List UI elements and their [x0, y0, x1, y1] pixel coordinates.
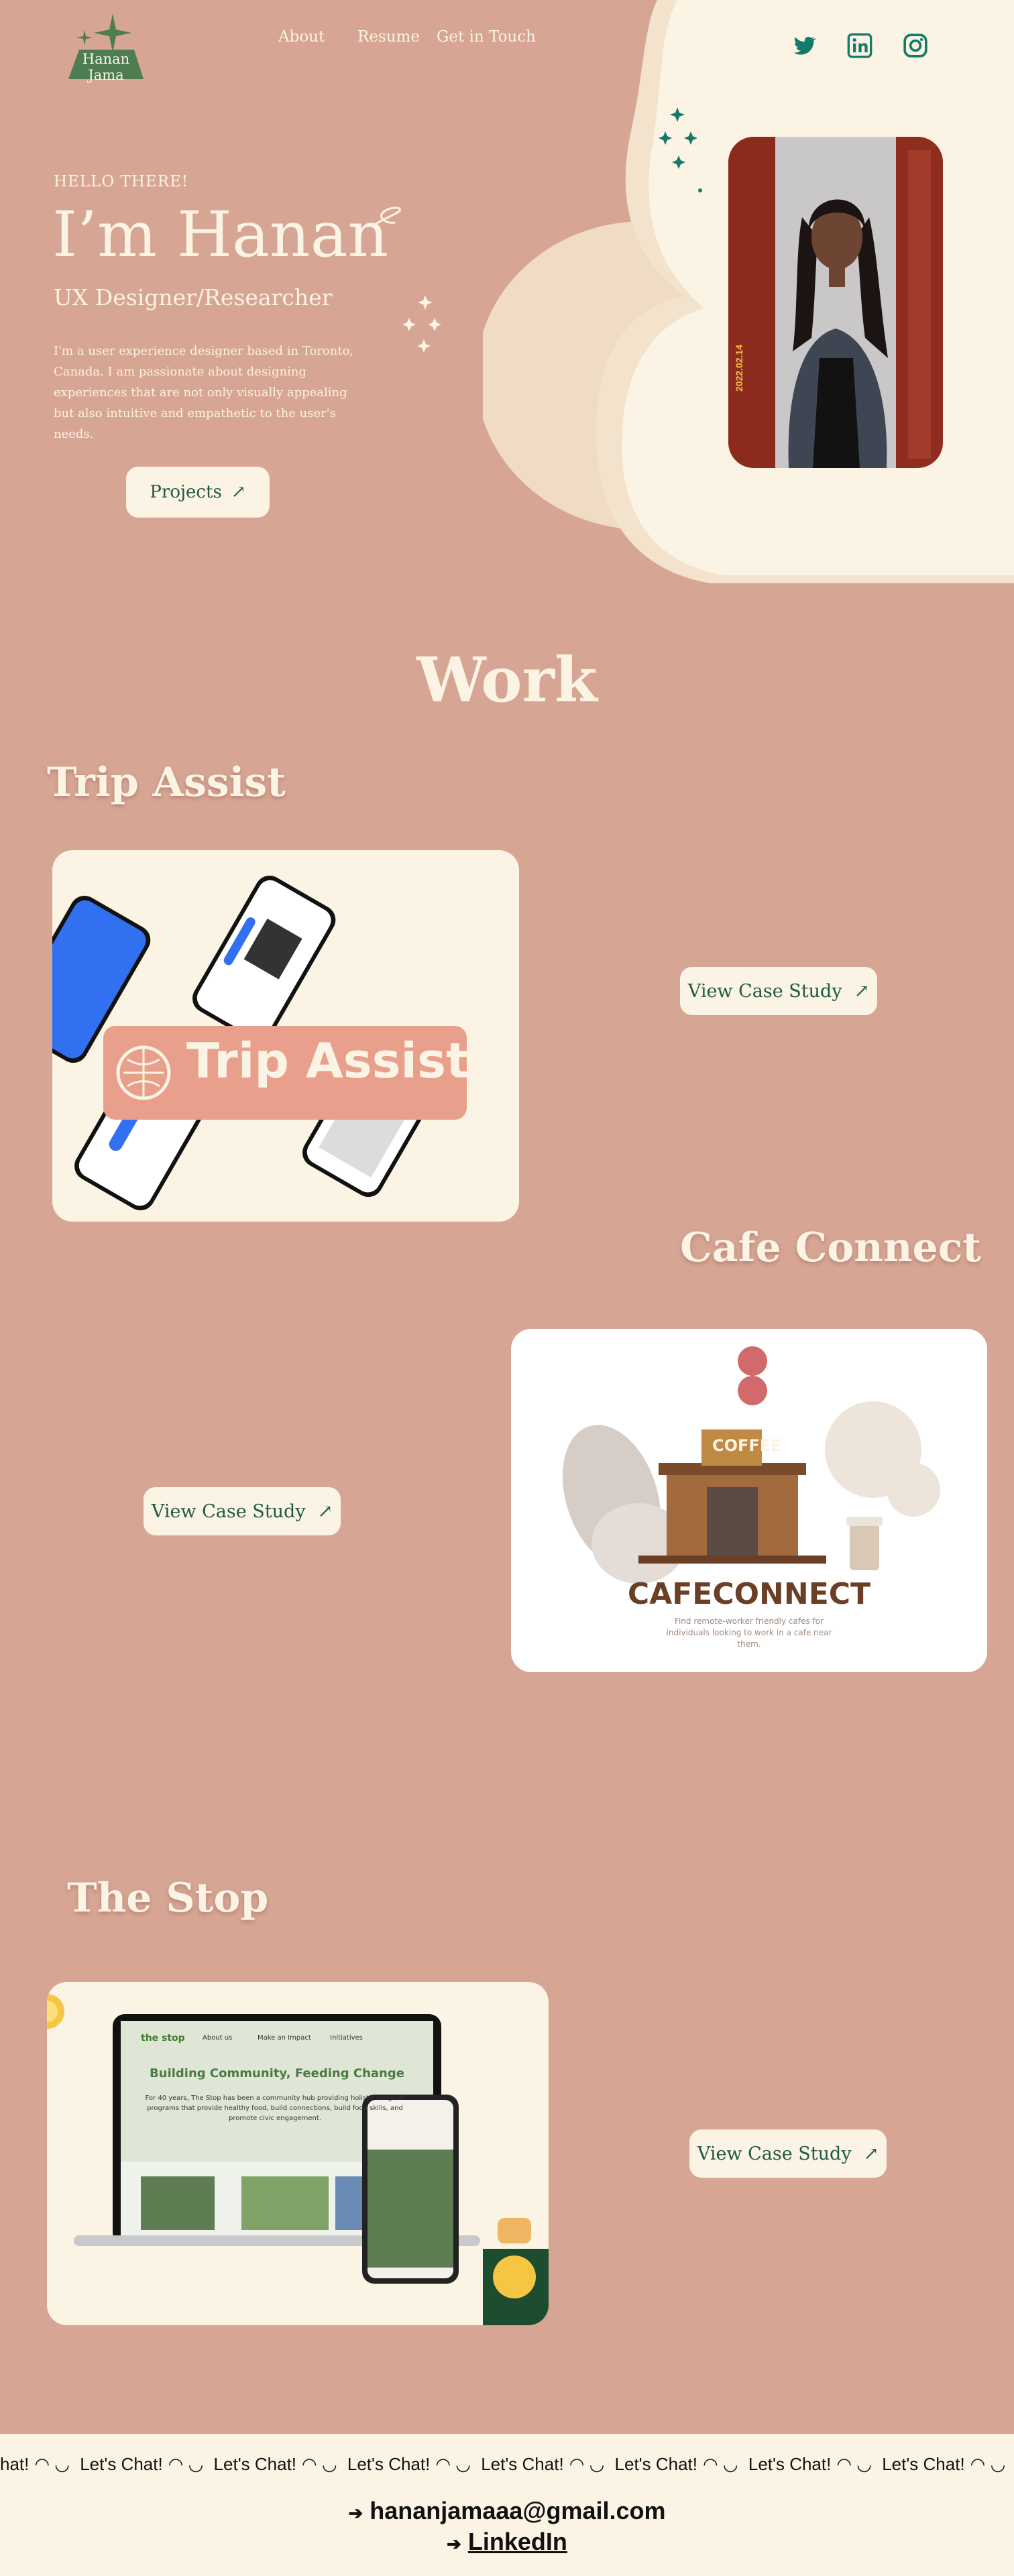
case-study-label: View Case Study: [697, 2143, 852, 2164]
cafe-connect-tagline: Find remote-worker friendly cafes for in…: [666, 1617, 832, 1649]
trip-assist-banner-text: Trip Assist: [186, 1033, 469, 1089]
trip-assist-case-study-button[interactable]: View Case Study ↗: [680, 967, 877, 1015]
hero-intro: I'm a user experience designer based in …: [54, 344, 354, 441]
hero-greeting: HELLO THERE!: [54, 173, 189, 190]
marquee-divider-icon: ◠ ◡: [168, 2454, 204, 2474]
case-study-label: View Case Study: [151, 1501, 306, 1522]
cafe-connect-banner-text: CAFECONNECT: [627, 1577, 871, 1611]
lets-chat-marquee: hat! ◠ ◡ Let's Chat! ◠ ◡ Let's Chat! ◠ ◡ Le…: [0, 2454, 1014, 2483]
portrait-illustration: [728, 137, 943, 468]
linkedin-contact[interactable]: ➔ LinkedIn: [0, 2528, 1014, 2556]
linkedin-icon[interactable]: [846, 32, 873, 59]
work-title: Work: [416, 644, 598, 716]
marquee-item: Let's Chat!: [80, 2454, 163, 2474]
the-stop-site-logo: the stop: [141, 2033, 185, 2044]
marquee-item: Let's Chat!: [882, 2454, 965, 2474]
hero-portrait-photo: 2022.02.14: [728, 137, 943, 468]
marquee-divider-icon: ◠ ◡: [569, 2454, 605, 2474]
nav-resume[interactable]: Resume: [357, 28, 420, 46]
arrow-up-right-icon: ↗: [231, 482, 246, 502]
the-stop-site-nav-1: About us: [203, 2034, 233, 2042]
linkedin-link[interactable]: LinkedIn: [468, 2528, 567, 2555]
projects-button[interactable]: Projects ↗: [126, 467, 270, 518]
instagram-icon[interactable]: [902, 32, 929, 59]
nav-about[interactable]: About: [278, 28, 325, 46]
marquee-divider-icon: ◠ ◡: [970, 2454, 1006, 2474]
marquee-divider-icon: ◠ ◡: [435, 2454, 471, 2474]
cafe-connect-title: Cafe Connect: [680, 1224, 981, 1271]
marquee-item: Let's Chat!: [481, 2454, 564, 2474]
trip-assist-card[interactable]: Trip Assist: [52, 850, 519, 1222]
marquee-divider-icon: ◠ ◡: [836, 2454, 872, 2474]
the-stop-mockup: [47, 1994, 549, 2325]
arrow-up-right-icon: ↗: [317, 1501, 333, 1522]
the-stop-site-headline: Building Community, Feeding Change: [150, 2066, 404, 2081]
the-stop-case-study-button[interactable]: View Case Study ↗: [689, 2129, 887, 2178]
marquee-divider-icon: ◠ ◡: [703, 2454, 738, 2474]
the-stop-site-nav-3: Initiatives: [330, 2034, 363, 2042]
marquee-item: Let's Chat!: [614, 2454, 698, 2474]
marquee-item: Let's Chat!: [213, 2454, 297, 2474]
marquee-divider-icon: ◠ ◡: [34, 2454, 70, 2474]
the-stop-site-nav-2: Make an Impact: [258, 2034, 311, 2042]
arrow-right-icon: ➔: [348, 2503, 363, 2523]
coffee-sign-text: COFFEE: [712, 1436, 782, 1455]
marquee-item: Let's Chat!: [748, 2454, 832, 2474]
case-study-label: View Case Study: [687, 980, 842, 1002]
arrow-up-right-icon: ↗: [854, 980, 870, 1002]
trip-assist-title: Trip Assist: [47, 759, 286, 806]
logo-text: Hanan Jama: [82, 51, 130, 83]
hero-role: UX Designer/Researcher: [54, 284, 333, 310]
the-stop-title: The Stop: [67, 1875, 269, 1922]
projects-button-label: Projects: [150, 482, 222, 502]
email-contact[interactable]: ➔ hananjamaaa@gmail.com: [0, 2497, 1014, 2525]
cafe-connect-case-study-button[interactable]: View Case Study ↗: [144, 1487, 341, 1535]
marquee-item: hat!: [0, 2454, 30, 2474]
swirl-icon: [373, 207, 401, 227]
hero-name: I’m Hanan: [52, 198, 389, 272]
arrow-up-right-icon: ↗: [863, 2143, 879, 2164]
sparkle-icon: [402, 295, 441, 353]
arrow-right-icon: ➔: [447, 2534, 461, 2554]
the-stop-site-body: For 40 years, The Stop has been a commun…: [145, 2095, 405, 2122]
marquee-divider-icon: ◠ ◡: [302, 2454, 337, 2474]
email-link[interactable]: hananjamaaa@gmail.com: [370, 2497, 665, 2524]
cafe-connect-card[interactable]: COFFEE CAFECONNECT Find remote-worker fr…: [511, 1329, 987, 1672]
twitter-icon[interactable]: [790, 32, 817, 59]
the-stop-card[interactable]: the stop About us Make an Impact Initiat…: [47, 1982, 549, 2325]
photo-date-stamp: 2022.02.14: [734, 344, 744, 392]
marquee-item: Let's Chat!: [347, 2454, 431, 2474]
